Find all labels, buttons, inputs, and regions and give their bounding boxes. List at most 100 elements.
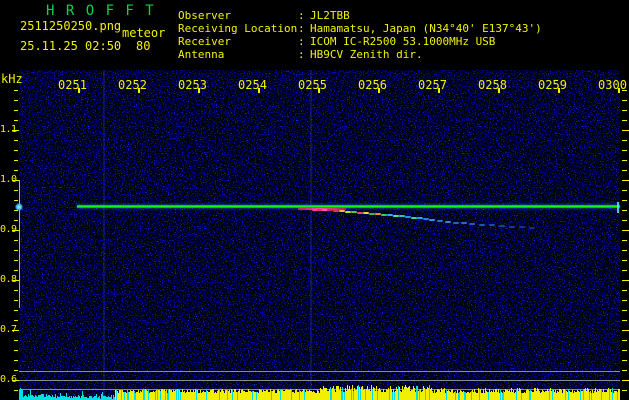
time-label-0258: 0258 xyxy=(471,78,515,92)
time-label-0254: 0254 xyxy=(231,78,275,92)
freq-right-tick xyxy=(622,360,627,361)
doppler-trail-segment xyxy=(445,221,451,223)
freq-minor-tick xyxy=(14,310,18,311)
freq-right-tick xyxy=(622,210,627,211)
freq-minor-tick xyxy=(14,390,18,391)
freq-right-tick xyxy=(622,200,627,201)
time-tick-0253 xyxy=(198,88,200,93)
freq-minor-tick xyxy=(14,240,18,241)
freq-minor-tick xyxy=(14,350,18,351)
freq-right-tick xyxy=(622,120,627,121)
freq-major-tick-0.9 xyxy=(12,230,19,231)
freq-major-tick-0.6 xyxy=(12,380,19,381)
station-value: Hamamatsu, Japan (N34°40' E137°43') xyxy=(310,22,542,35)
freq-right-tick xyxy=(622,260,627,261)
station-label: Receiver xyxy=(178,35,298,48)
signal-level-bar xyxy=(619,389,620,400)
freq-minor-tick xyxy=(14,360,18,361)
freq-minor-tick xyxy=(14,200,18,201)
freq-minor-tick xyxy=(14,140,18,141)
freq-right-tick xyxy=(622,220,627,221)
time-label-0257: 0257 xyxy=(411,78,455,92)
freq-right-tick xyxy=(622,340,627,341)
freq-minor-tick xyxy=(14,220,18,221)
reference-level-line xyxy=(19,371,620,372)
freq-right-tick xyxy=(622,390,627,391)
time-tick-0255 xyxy=(318,88,320,93)
time-label-0255: 0255 xyxy=(291,78,335,92)
freq-minor-tick xyxy=(14,270,18,271)
freq-major-tick-0.7 xyxy=(12,330,19,331)
doppler-trail-segment xyxy=(429,219,435,221)
station-label: Receiving Location xyxy=(178,22,298,35)
freq-right-tick xyxy=(622,180,629,181)
freq-unit-label: kHz xyxy=(1,72,23,86)
freq-minor-tick xyxy=(14,90,18,91)
station-row-observer: Observer: JL2TBB xyxy=(178,9,542,22)
doppler-trail-segment xyxy=(519,226,525,228)
station-label: Observer xyxy=(178,9,298,22)
freq-right-tick xyxy=(622,230,629,231)
reference-level-line xyxy=(19,380,620,381)
freq-minor-tick xyxy=(14,170,18,171)
freq-minor-tick xyxy=(14,190,18,191)
time-label-0259: 0259 xyxy=(531,78,575,92)
freq-minor-tick xyxy=(14,340,18,341)
time-tick-0259 xyxy=(558,88,560,93)
freq-right-tick xyxy=(622,160,627,161)
freq-minor-tick xyxy=(14,150,18,151)
freq-minor-tick xyxy=(14,100,18,101)
station-row-antenna: Antenna: HB9CV Zenith dir. xyxy=(178,48,542,61)
time-label-0256: 0256 xyxy=(351,78,395,92)
doppler-trail-segment xyxy=(461,222,467,224)
time-label-0252: 0252 xyxy=(111,78,155,92)
freq-right-tick xyxy=(622,250,627,251)
app-title: H R O F F T xyxy=(46,3,155,19)
doppler-trail-segment xyxy=(509,226,515,228)
freq-minor-tick xyxy=(14,260,18,261)
station-separator: : xyxy=(298,48,305,61)
station-row-receiver: Receiver: ICOM IC-R2500 53.1000MHz USB xyxy=(178,35,542,48)
time-tick-0257 xyxy=(438,88,440,93)
station-value: ICOM IC-R2500 53.1000MHz USB xyxy=(310,35,495,48)
interference-streak xyxy=(310,70,312,400)
freq-right-tick xyxy=(622,130,629,131)
freq-minor-tick xyxy=(14,250,18,251)
output-file-name: 2511250250.png xyxy=(20,19,121,33)
spectrogram-noise-field xyxy=(19,70,620,400)
freq-minor-tick xyxy=(14,290,18,291)
time-label-0253: 0253 xyxy=(171,78,215,92)
freq-right-tick xyxy=(622,330,629,331)
time-tick-0254 xyxy=(258,88,260,93)
doppler-trail-segment xyxy=(437,220,443,222)
freq-minor-tick xyxy=(14,210,18,211)
station-separator: : xyxy=(298,9,305,22)
freq-right-tick xyxy=(622,170,627,171)
freq-major-tick-0.8 xyxy=(12,280,19,281)
freq-right-tick xyxy=(622,150,627,151)
freq-right-tick xyxy=(622,140,627,141)
time-tick-0258 xyxy=(498,88,500,93)
freq-right-tick xyxy=(622,190,627,191)
station-separator: : xyxy=(298,35,305,48)
freq-minor-tick xyxy=(14,320,18,321)
time-tick-0256 xyxy=(378,88,380,93)
freq-right-tick xyxy=(622,270,627,271)
count-value: 80 xyxy=(136,39,150,53)
mode-label: meteor xyxy=(122,26,165,40)
freq-minor-tick xyxy=(14,110,18,111)
freq-right-tick xyxy=(622,240,627,241)
doppler-trail-segment xyxy=(469,223,475,225)
interference-streak xyxy=(103,70,105,400)
station-value: HB9CV Zenith dir. xyxy=(310,48,423,61)
freq-right-tick xyxy=(622,350,627,351)
freq-major-tick-1.0 xyxy=(12,180,19,181)
time-tick-0251 xyxy=(78,88,80,93)
doppler-trail-segment xyxy=(529,227,535,229)
freq-minor-tick xyxy=(14,300,18,301)
station-label: Antenna xyxy=(178,48,298,61)
freq-right-tick xyxy=(622,370,627,371)
freq-right-tick xyxy=(622,100,627,101)
time-tick-0252 xyxy=(138,88,140,93)
station-value: JL2TBB xyxy=(310,9,350,22)
